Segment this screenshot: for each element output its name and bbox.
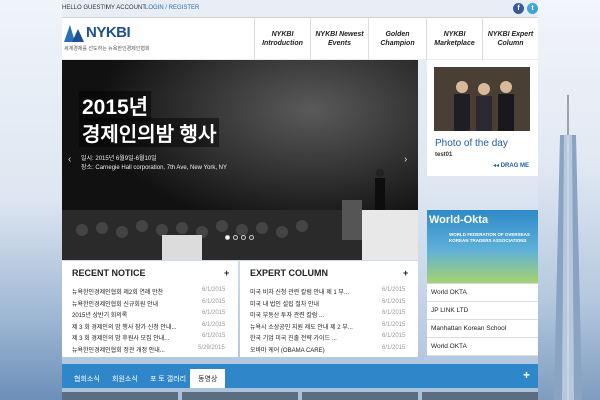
- site-header: NYKBI 세계경제를 선도하는 뉴욕한인경제인협회 NYKBI Introdu…: [62, 17, 538, 60]
- tab-photo-gallery[interactable]: 포 토 갤러리: [142, 369, 194, 388]
- drag-me-handle[interactable]: ◂◂ DRAG ME: [493, 162, 529, 169]
- slide-title-line2: 경제인의밤 행사: [79, 118, 220, 147]
- recent-notice-heading: RECENT NOTICE: [72, 268, 146, 278]
- gallery-tab-bar: 협회소식 회원소식 포 토 갤러리 동영상 +: [62, 364, 538, 388]
- slider-dot[interactable]: [233, 235, 238, 240]
- nav-expert-column[interactable]: NYKBI Expert Column: [482, 18, 538, 60]
- hero-slider[interactable]: 2015년 경제인의밤 행사 일시: 2015년 6월9일-6월10일 장소: …: [62, 60, 418, 260]
- photo-of-the-day: Photo of the day test01 ◂◂ DRAG ME: [427, 60, 538, 176]
- partner-link[interactable]: World OKTA: [427, 284, 538, 302]
- nav-newest-events[interactable]: NYKBI Newest Events: [310, 18, 368, 60]
- photo-title: Photo of the day: [435, 138, 508, 149]
- slider-dot[interactable]: [241, 235, 246, 240]
- recent-notice-more-icon[interactable]: +: [224, 268, 229, 278]
- expert-column-panel: EXPERT COLUMN + 미국 비자 신청 관련 칼럼 안내 제 1 부.…: [240, 261, 418, 357]
- slider-dot[interactable]: [225, 235, 230, 240]
- tab-video[interactable]: 동영상: [190, 369, 226, 388]
- gallery-thumbnail[interactable]: [62, 392, 178, 400]
- recent-notice-panel: RECENT NOTICE + 뉴욕한인경제인협회 제2회 연례 만찬 6/1/2…: [62, 261, 238, 357]
- tab-member-news[interactable]: 회원소식: [104, 369, 146, 388]
- partner-link[interactable]: JP LINK LTD: [427, 302, 538, 320]
- tab-association-news[interactable]: 협회소식: [66, 369, 108, 388]
- slide-title-line1: 2015년: [79, 91, 152, 121]
- slider-next-icon[interactable]: ›: [404, 154, 407, 165]
- gallery-thumbnail[interactable]: [422, 392, 538, 400]
- login-register-link[interactable]: LOGIN / REGISTER: [145, 5, 199, 11]
- expert-column-more-icon[interactable]: +: [403, 268, 408, 278]
- background-left: [0, 0, 62, 400]
- slide-place: 장소: Carnegie Hall corporation, 7th Ave, …: [81, 165, 228, 171]
- partner-link[interactable]: Manhattan Korean School: [427, 320, 538, 338]
- slider-prev-icon[interactable]: ‹: [68, 154, 71, 165]
- photo-user: test01: [435, 152, 453, 158]
- partner-link[interactable]: World OKTA: [427, 338, 538, 356]
- gallery-thumbnails: [62, 392, 538, 400]
- nav-marketplace[interactable]: NYKBI Marketplace: [426, 18, 482, 60]
- world-okta-banner[interactable]: World-Okta WORLD FEDERATION OF OVERSEAS …: [427, 210, 538, 283]
- nav-golden-champion[interactable]: Golden Champion: [368, 18, 426, 60]
- my-account-link[interactable]: MY ACCOUNT: [106, 5, 146, 11]
- slide-date: 일시: 2015년 6월9일-6월10일: [81, 156, 157, 162]
- greeting-text: HELLO GUEST!!: [62, 5, 108, 11]
- gallery-thumbnail[interactable]: [182, 392, 298, 400]
- logo-mark-icon: [64, 25, 84, 42]
- site-logo[interactable]: NYKBI 세계경제를 선도하는 뉴욕한인경제인협회: [62, 22, 172, 54]
- slider-pagination: [225, 235, 254, 240]
- logo-text: NYKBI: [86, 24, 131, 41]
- top-bar: HELLO GUEST!! MY ACCOUNT LOGIN / REGISTE…: [62, 2, 538, 16]
- logo-tagline: 세계경제를 선도하는 뉴욕한인경제인협회: [64, 46, 150, 52]
- partner-links: World OKTA JP LINK LTD Manhattan Korean …: [427, 284, 538, 356]
- twitter-icon[interactable]: t: [527, 3, 538, 14]
- photo-of-the-day-image[interactable]: [434, 67, 530, 131]
- tab-more-icon[interactable]: +: [523, 368, 530, 382]
- facebook-icon[interactable]: f: [513, 3, 524, 14]
- banner-title: World-Okta: [429, 214, 489, 226]
- slider-dot[interactable]: [249, 235, 254, 240]
- nav-introduction[interactable]: NYKBI Introduction: [254, 18, 310, 60]
- expert-column-heading: EXPERT COLUMN: [250, 268, 329, 278]
- banner-subtitle: WORLD FEDERATION OF OVERSEAS KOREAN TRAD…: [449, 232, 530, 243]
- gallery-thumbnail[interactable]: [302, 392, 418, 400]
- tower-illustration: [554, 95, 582, 400]
